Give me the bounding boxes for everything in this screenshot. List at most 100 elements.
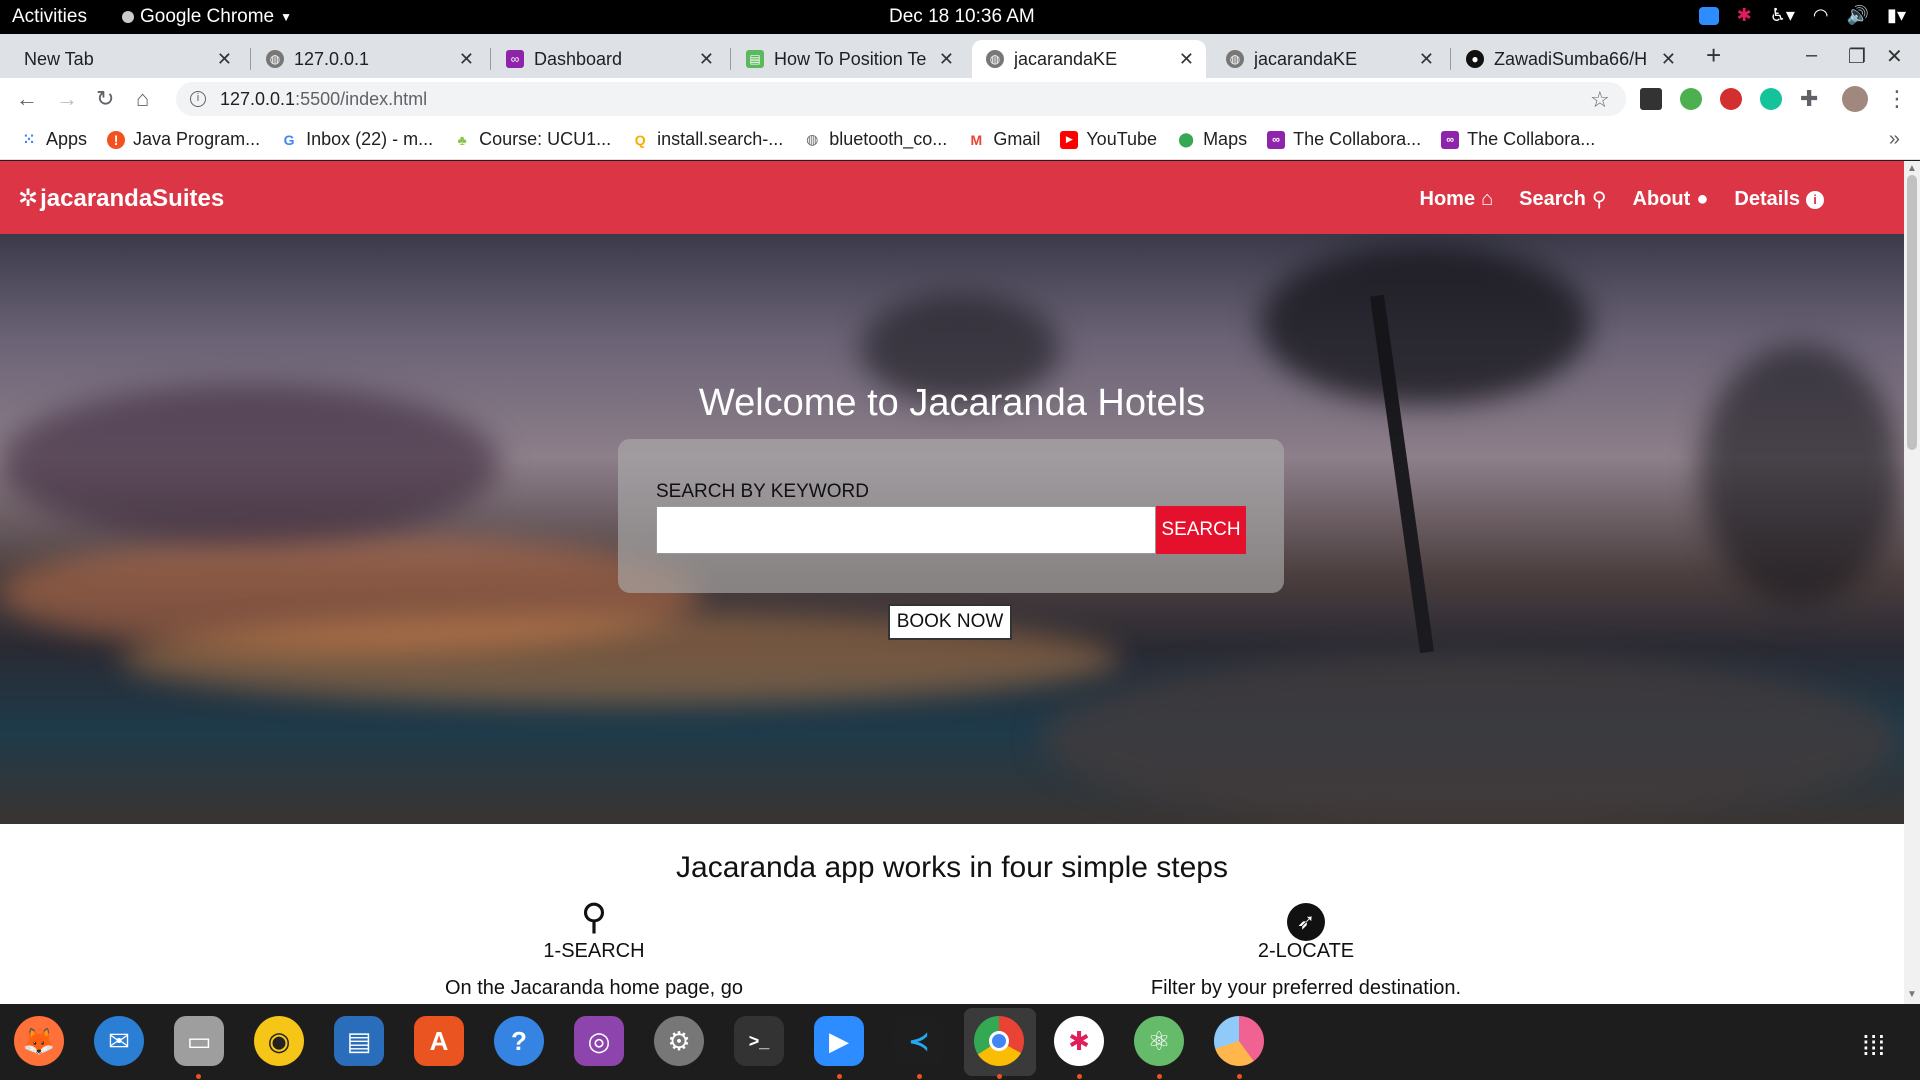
rhythmbox-icon[interactable]: ◉ xyxy=(254,1016,304,1066)
bookmark-java[interactable]: ! Java Program... xyxy=(107,129,260,150)
close-icon[interactable]: ✕ xyxy=(1179,49,1194,70)
nav-home[interactable]: Home ⌂ xyxy=(1420,187,1494,212)
reload-icon[interactable]: ↻ xyxy=(96,86,114,112)
close-icon[interactable]: ✕ xyxy=(939,49,954,70)
wifi-icon[interactable]: ◠ xyxy=(1813,5,1829,26)
forward-arrow-icon[interactable]: → xyxy=(56,86,78,112)
step-locate: ➶ 2-LOCATE Filter by your preferred dest… xyxy=(1056,896,1556,1000)
tab-github[interactable]: ● ZawadiSumba66/H ✕ xyxy=(1452,40,1688,78)
bookmark-install-search[interactable]: Qinstall.search-... xyxy=(631,129,784,150)
brand-text: jacarandaSuites xyxy=(40,184,225,212)
cheese-camera-icon[interactable]: ◎ xyxy=(574,1016,624,1066)
thunderbird-icon[interactable]: ✉ xyxy=(94,1016,144,1066)
bookmark-maps[interactable]: ⬤ Maps xyxy=(1177,129,1247,150)
extension-cube-icon[interactable] xyxy=(1640,88,1662,110)
files-icon[interactable]: ▭ xyxy=(174,1016,224,1066)
vscode-icon[interactable]: ≺ xyxy=(894,1016,944,1066)
globe-icon: ◍ xyxy=(986,50,1004,68)
search-button[interactable]: SEARCH xyxy=(1156,506,1246,554)
bookmark-bluetooth[interactable]: ◍ bluetooth_co... xyxy=(803,129,947,150)
step-name: 1-SEARCH xyxy=(543,940,645,962)
back-arrow-icon[interactable]: ← xyxy=(16,86,38,112)
search-input[interactable] xyxy=(656,506,1156,554)
settings-gear-icon[interactable]: ⚙ xyxy=(654,1016,704,1066)
book-now-button[interactable]: BOOK NOW xyxy=(888,604,1012,640)
bookmark-inbox[interactable]: G Inbox (22) - m... xyxy=(280,129,434,150)
close-icon[interactable]: ✕ xyxy=(459,49,474,70)
restore-icon[interactable]: ❐ xyxy=(1848,44,1866,69)
scroll-down-icon[interactable]: ▼ xyxy=(1907,989,1917,1000)
help-icon[interactable]: ? xyxy=(494,1016,544,1066)
tab-new-tab[interactable]: New Tab ✕ xyxy=(10,40,244,78)
site-brand[interactable]: ✲ jacarandaSuites xyxy=(18,184,224,213)
show-applications-icon[interactable]: ⁞⁞⁞ xyxy=(1862,1030,1885,1062)
chevron-right-icon[interactable]: » xyxy=(1889,128,1900,151)
battery-icon[interactable]: ▮▾ xyxy=(1887,5,1906,26)
scroll-thumb[interactable] xyxy=(1907,175,1917,450)
nav-search[interactable]: Search ⚲ xyxy=(1519,187,1606,212)
chrome-icon[interactable] xyxy=(974,1016,1024,1066)
zoom-icon[interactable]: ▶ xyxy=(814,1016,864,1066)
extension-bug-icon[interactable] xyxy=(1720,88,1742,110)
tab-title: ZawadiSumba66/H xyxy=(1494,48,1648,69)
tab-how-to-position[interactable]: ▤ How To Position Te ✕ xyxy=(732,40,966,78)
tab-jacarandake[interactable]: ◍ jacarandaKE ✕ xyxy=(1212,40,1446,78)
new-tab-plus-icon[interactable]: + xyxy=(1706,40,1721,71)
google-icon: G xyxy=(283,131,295,148)
slack-tray-icon[interactable]: ✱ xyxy=(1737,5,1752,26)
app-menu[interactable]: Google Chrome ▼ xyxy=(122,6,292,28)
libreoffice-writer-icon[interactable]: ▤ xyxy=(334,1016,384,1066)
pie-app-icon[interactable] xyxy=(1214,1016,1264,1066)
nav-details[interactable]: Details i xyxy=(1734,187,1824,212)
close-icon[interactable]: ✕ xyxy=(1661,49,1676,70)
close-icon[interactable]: ✕ xyxy=(1419,49,1434,70)
system-tray[interactable]: ✱ ♿▾ ◠ 🔊 ▮▾ xyxy=(1698,5,1906,26)
info-circle-icon: i xyxy=(1806,190,1824,209)
kebab-menu-icon[interactable]: ⋮ xyxy=(1886,86,1908,112)
info-icon[interactable]: i xyxy=(190,91,206,107)
youtube-icon: ▶ xyxy=(1060,130,1079,149)
bookmark-label: YouTube xyxy=(1086,129,1158,149)
site-navbar: ✲ jacarandaSuites Home ⌂ Search ⚲ About ● D… xyxy=(0,161,1904,234)
scroll-up-icon[interactable]: ▲ xyxy=(1907,163,1917,174)
ubuntu-software-icon[interactable]: A xyxy=(414,1016,464,1066)
step-description: Filter by your preferred destination. xyxy=(1150,977,1462,999)
bookmark-gmail[interactable]: M Gmail xyxy=(967,129,1040,150)
close-icon[interactable]: ✕ xyxy=(217,49,232,70)
tab-localhost[interactable]: ◍ 127.0.0.1 ✕ xyxy=(252,40,486,78)
volume-icon[interactable]: 🔊 xyxy=(1847,5,1869,26)
app-menu-label: Google Chrome xyxy=(140,6,275,27)
close-window-icon[interactable]: ✕ xyxy=(1886,44,1903,69)
tab-strip: New Tab ✕ ◍ 127.0.0.1 ✕ ∞ Dashboard ✕ ▤ … xyxy=(0,34,1920,78)
slack-icon[interactable]: ✱ xyxy=(1054,1016,1104,1066)
bookmark-label: bluetooth_co... xyxy=(829,129,948,149)
tab-jacarandake-active[interactable]: ◍ jacarandaKE ✕ xyxy=(972,40,1206,78)
nav-about[interactable]: About ● xyxy=(1633,187,1709,212)
bookmark-course[interactable]: ♣ Course: UCU1... xyxy=(453,129,612,150)
clock[interactable]: Dec 18 10:36 AM xyxy=(889,6,1035,28)
tab-dashboard[interactable]: ∞ Dashboard ✕ xyxy=(492,40,726,78)
address-bar[interactable]: i 127.0.0.1:5500/index.html xyxy=(176,82,1626,116)
terminal-icon[interactable]: >_ xyxy=(734,1016,784,1066)
bookmark-youtube[interactable]: ▶ YouTube xyxy=(1060,129,1157,150)
atom-icon[interactable]: ⚛ xyxy=(1134,1016,1184,1066)
zoom-indicator-icon[interactable] xyxy=(1698,6,1719,25)
bookmark-apps[interactable]: ⁙ Apps xyxy=(20,129,87,150)
collab-icon: ∞ xyxy=(1267,130,1286,149)
bookmark-collab-1[interactable]: ∞ The Collabora... xyxy=(1267,129,1421,150)
grammarly-icon[interactable] xyxy=(1760,88,1782,110)
bookmark-star-icon[interactable]: ☆ xyxy=(1590,87,1610,113)
extension-globe-icon[interactable] xyxy=(1680,88,1702,110)
accessibility-icon[interactable]: ♿▾ xyxy=(1770,5,1795,26)
bookmark-label: Java Program... xyxy=(133,129,261,149)
home-icon[interactable]: ⌂ xyxy=(136,86,149,112)
activities-button[interactable]: Activities xyxy=(12,6,87,28)
bookmark-collab-2[interactable]: ∞ The Collabora... xyxy=(1441,129,1595,150)
running-indicator xyxy=(1077,1074,1082,1079)
close-icon[interactable]: ✕ xyxy=(699,49,714,70)
minimize-icon[interactable]: – xyxy=(1806,44,1817,67)
profile-avatar[interactable] xyxy=(1842,86,1868,112)
page-scrollbar[interactable]: ▲ ▼ xyxy=(1904,161,1920,1004)
extensions-puzzle-icon[interactable]: ✚ xyxy=(1800,86,1818,112)
firefox-icon[interactable]: 🦊 xyxy=(14,1016,64,1066)
